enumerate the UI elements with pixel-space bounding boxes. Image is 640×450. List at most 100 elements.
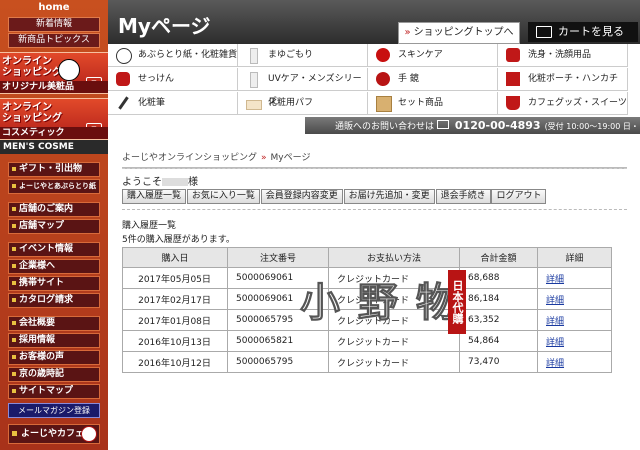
sidebar-item-gift[interactable]: ギフト・引出物 [8,162,100,177]
bottle-icon [250,48,258,64]
watermark-text: 小 野 物 [300,280,458,327]
category-label: スキンケア [398,50,443,60]
phone-icon [436,120,449,129]
sidebar-item-voices[interactable]: お客様の声 [8,350,100,365]
divider [122,167,627,169]
detail-link[interactable]: 詳細 [546,296,564,306]
tab-edit-member-info[interactable]: 会員登録内容変更 [260,189,343,204]
cafe-link[interactable]: よーじやカフェ [8,424,100,444]
newsletter-signup-link[interactable]: メールマガジン登録 [8,403,100,418]
mirror-icon [376,72,390,86]
category-label: 洗身・洗顔用品 [528,50,592,60]
tab-favorites[interactable]: お気に入り一覧 [186,189,260,204]
category-link[interactable]: 洗身・洗顔用品 [498,44,628,67]
category-label: 化粧筆 [138,98,166,108]
divider [122,209,627,211]
page-title: Myページ [118,14,211,38]
shopping-top-button[interactable]: » ショッピングトップへ [398,22,520,44]
total-amount: 86,184 [459,288,538,310]
detail-link[interactable]: 詳細 [546,338,564,348]
cafe-label: よーじやカフェ [21,429,85,439]
sidebar-item-recruit[interactable]: 採用情報 [8,333,100,348]
category-label: セット商品 [398,98,444,108]
mypage-tabs: 購入履歴一覧 お気に入り一覧 会員登録内容変更 お届け先追加・変更 退会手続き … [122,189,627,204]
category-link[interactable]: 化粧筆 [108,92,238,115]
gift-icon [376,96,392,112]
welcome-suffix: 様 [188,177,198,188]
sidebar-item-stores[interactable]: 店舗のご案内 [8,202,100,217]
promo-line1: オンライン [2,102,52,113]
category-link[interactable]: まゆごもり [238,44,368,67]
bag-icon [506,72,520,86]
shopping-top-label: ショッピングトップへ [413,27,514,38]
sidebar-link-news[interactable]: 新着情報 [8,17,100,32]
phone-number: 0120-00-4893 [454,119,541,132]
category-link[interactable]: セット商品 [368,92,498,115]
total-amount: 54,864 [459,330,538,352]
column-header: 詳細 [537,247,612,268]
category-link[interactable]: あぶらとり紙・化粧雑貨 [108,44,238,67]
face-icon [116,48,132,64]
category-label: せっけん [138,74,175,84]
category-link[interactable]: せっけん [108,68,238,91]
chevron-right-icon: » [404,27,411,38]
order-number: 5000065795 [227,351,329,373]
table-row: 2016年10月12日 5000065795 クレジットカード 73,470 詳… [122,351,612,373]
category-link[interactable]: 化粧用パフ [238,92,368,115]
tab-unsubscribe[interactable]: 退会手続き [435,189,491,204]
home-link[interactable]: home [0,0,108,16]
sidebar-item-calendar[interactable]: 京の歳時記 [8,367,100,382]
detail-link[interactable]: 詳細 [546,359,564,369]
sidebar-item-aburatorigami[interactable]: よーじやとあぶらとり紙 [8,179,100,194]
column-header: 合計金額 [459,247,538,268]
sidebar-item-sitemap[interactable]: サイトマップ [8,384,100,399]
purchase-date: 2016年10月13日 [122,330,228,352]
category-link[interactable]: 化粧ポーチ・ハンカチ [498,68,628,91]
sidebar-item-company[interactable]: 会社概要 [8,316,100,331]
history-count: 5件の購入履歴があります。 [122,235,235,245]
mens-cosme-link[interactable]: MEN'S COSME [0,140,108,154]
cream-icon [376,48,390,62]
detail-link[interactable]: 詳細 [546,317,564,327]
welcome-prefix: ようこそ [122,177,162,188]
category-label: あぶらとり紙・化粧雑貨 [138,50,238,60]
tab-purchase-history[interactable]: 購入履歴一覧 [122,189,187,204]
promo-cosmetic[interactable]: オンラインショッピング ⊞ コスメティック [0,98,108,140]
purchase-date: 2017年01月08日 [122,309,228,331]
category-link[interactable]: カフェグッズ・スイーツ [498,92,628,115]
pouch-icon [506,48,520,62]
tab-logout[interactable]: ログアウト [491,189,547,204]
promo-original-cosmetics[interactable]: オンラインショッピング ⊞ オリジナル美粧品 [0,52,108,94]
category-link[interactable]: スキンケア [368,44,498,67]
category-label: まゆごもり [268,50,314,60]
promo-line2: ショッピング [2,67,62,78]
payment-method: クレジットカード [328,351,460,373]
contact-bar: 通販へのお問い合わせは 0120-00-4893 (受付 10:00〜19:00 … [305,117,640,149]
page-header: Myページ » ショッピングトップへ カートを見る [108,0,640,44]
tab-delivery-address[interactable]: お届け先追加・変更 [343,189,435,204]
sidebar-item-catalog[interactable]: カタログ請求 [8,293,100,308]
sidebar-item-store-map[interactable]: 店舗マップ [8,219,100,234]
total-amount: 63,352 [459,309,538,331]
watermark-stamp: 日本代購 [448,270,466,334]
sidebar-item-events[interactable]: イベント情報 [8,242,100,257]
promo-line1: オンライン [2,56,52,67]
purchase-date: 2016年10月12日 [122,351,228,373]
view-cart-label: カートを見る [558,25,624,38]
detail-link[interactable]: 詳細 [546,275,564,285]
view-cart-button[interactable]: カートを見る [528,22,638,42]
sidebar-item-business[interactable]: 企業様へ [8,259,100,274]
brush-icon [118,96,129,110]
mascot-face-icon [58,59,80,81]
sidebar-item-mobile[interactable]: 携帯サイト [8,276,100,291]
category-link[interactable]: 手 鏡 [368,68,498,91]
main-content: よーじやオンラインショッピング » Myページ ようこそ 様 購入履歴一覧 お気に入り… [122,140,627,373]
sidebar-link-new-products[interactable]: 新商品トピックス [8,33,100,48]
breadcrumb-home[interactable]: よーじやオンラインショッピング [122,153,257,163]
soap-icon [116,72,130,86]
contact-label: 通販へのお問い合わせは [335,122,435,132]
table-header-row: 購入日 注文番号 お支払い方法 合計金額 詳細 [122,247,612,268]
category-link[interactable]: UVケア・メンズシリーズ [238,68,368,107]
section-title: 購入履歴一覧 [122,221,177,231]
promo-line2: ショッピング [2,113,62,124]
